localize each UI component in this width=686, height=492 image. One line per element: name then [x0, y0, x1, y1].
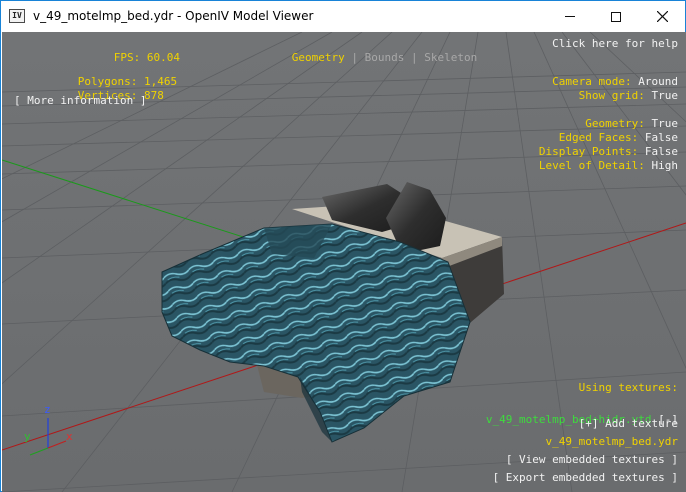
export-embedded-textures-link[interactable]: [ Export embedded textures ] [493, 471, 678, 485]
tab-separator: | [410, 51, 418, 64]
minimize-icon [565, 16, 575, 17]
view-embedded-textures-link[interactable]: [ View embedded textures ] [506, 453, 678, 467]
show-grid-label: Show grid: [578, 89, 645, 102]
tab-geometry[interactable]: Geometry [292, 51, 345, 64]
level-of-detail-label: Level of Detail: [538, 159, 645, 172]
axis-label-z: z [44, 403, 51, 416]
tab-bounds[interactable]: Bounds [365, 51, 405, 64]
close-button[interactable] [639, 1, 685, 32]
window-title: v_49_motelmp_bed.ydr - OpenIV Model View… [33, 9, 314, 23]
openiv-app-icon: IV [9, 9, 25, 23]
level-of-detail-value: High [651, 159, 679, 172]
view-mode-tabs: Geometry | Bounds | Skeleton [252, 37, 477, 79]
close-icon [656, 11, 668, 22]
title-bar[interactable]: IV v_49_motelmp_bed.ydr - OpenIV Model V… [1, 1, 685, 32]
axis-label-x: x [66, 430, 73, 443]
app-window: IV v_49_motelmp_bed.ydr - OpenIV Model V… [0, 0, 686, 492]
minimize-button[interactable] [547, 1, 593, 32]
using-textures-heading: Using textures: [578, 381, 678, 394]
maximize-icon [611, 11, 621, 22]
help-link[interactable]: Click here for help [552, 37, 678, 51]
add-texture-link[interactable]: [+] Add texture [579, 417, 678, 431]
more-information-link[interactable]: [ More information ] [14, 94, 146, 108]
tab-separator: | [351, 51, 358, 64]
axis-label-y: y [24, 430, 31, 443]
vertices-value: 878 [143, 89, 164, 102]
maximize-button[interactable] [593, 1, 639, 32]
tab-skeleton[interactable]: Skeleton [424, 51, 477, 64]
show-grid-value: True [651, 89, 679, 102]
texture-ydr-link[interactable]: v_49_motelmp_bed.ydr [546, 435, 678, 449]
model-viewport[interactable]: z x y FPS: 60.04 Polygons: 1,465 Vertice… [2, 32, 686, 492]
level-of-detail-setting[interactable]: Level of Detail: High [499, 145, 678, 187]
